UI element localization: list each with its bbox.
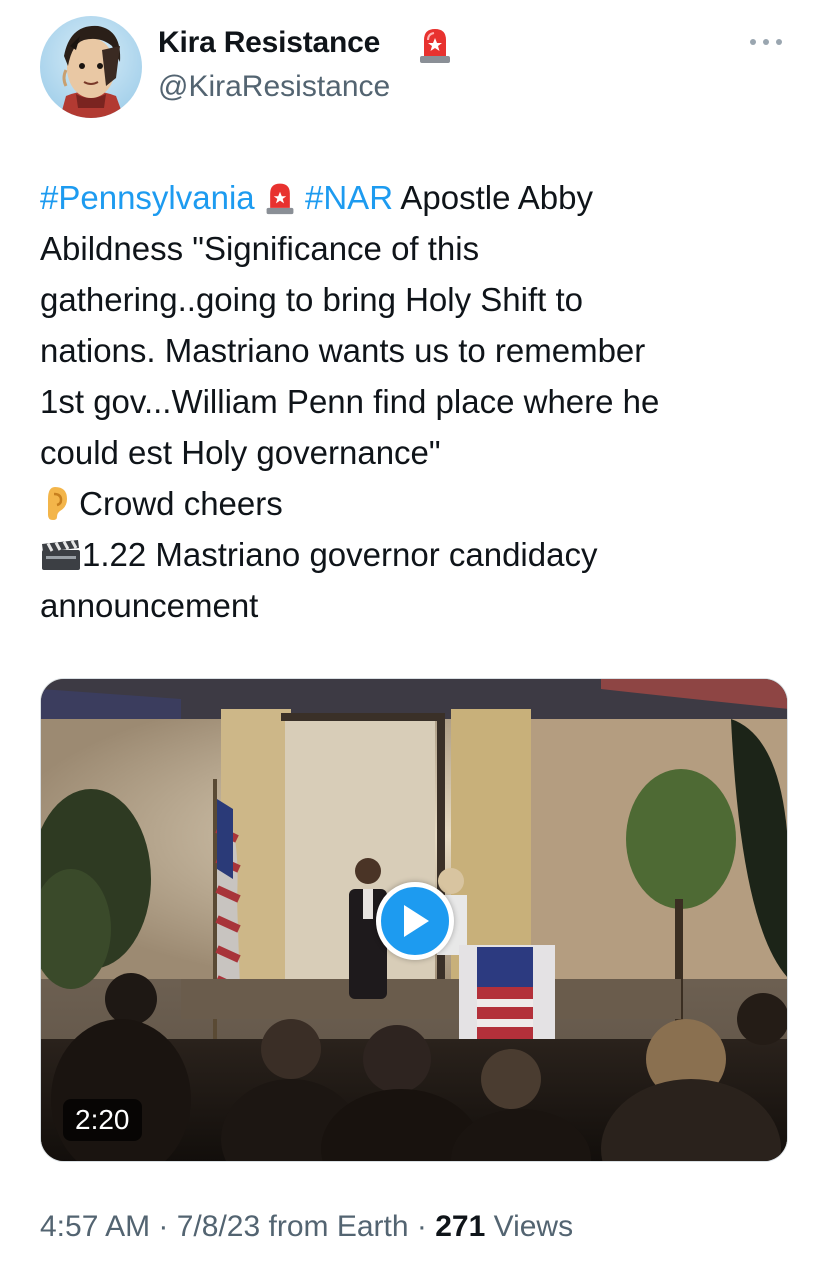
tweet-time[interactable]: 4:57 AM — [40, 1210, 150, 1243]
tweet-line: Abildness "Significance of this — [40, 230, 480, 267]
tweet-text-segment: Crowd cheers — [70, 485, 283, 522]
play-button[interactable] — [376, 882, 454, 960]
display-name[interactable]: Kira Resistance — [158, 26, 380, 60]
tweet-text: #Pennsylvania #NAR Apostle Abby Abildnes… — [40, 172, 800, 631]
tweet-text-segment: Apostle Abby — [393, 179, 594, 216]
user-handle[interactable]: @KiraResistance — [158, 70, 390, 104]
tweet-line: Crowd cheers — [40, 478, 800, 529]
video-duration-badge: 2:20 — [63, 1099, 142, 1141]
hashtag-link[interactable]: #Pennsylvania — [40, 179, 255, 216]
tweet-line: #Pennsylvania #NAR Apostle Abby — [40, 172, 800, 223]
tweet-line: nations. Mastriano wants us to remember — [40, 332, 646, 369]
tweet-source: from Earth — [260, 1210, 409, 1243]
tweet-text-segment: 1.22 Mastriano governor candidacy — [82, 536, 598, 573]
tweet-date[interactable]: 7/8/23 — [177, 1210, 260, 1243]
police-siren-icon — [418, 26, 452, 64]
video-player[interactable]: 2:20 — [40, 678, 788, 1162]
views-label: Views — [485, 1210, 574, 1243]
tweet-line: 1st gov...William Penn find place where … — [40, 383, 660, 420]
police-siren-icon — [264, 178, 296, 229]
avatar[interactable] — [40, 16, 142, 118]
more-options-icon[interactable] — [750, 38, 782, 46]
clapper-board-icon — [40, 535, 82, 586]
tweet-line: could est Holy governance" — [40, 434, 441, 471]
hashtag-link[interactable]: #NAR — [305, 179, 393, 216]
tweet-line: announcement — [40, 587, 259, 624]
tweet-header: Kira Resistance @KiraResistance — [40, 16, 790, 120]
views-count[interactable]: 271 — [435, 1210, 485, 1243]
ear-icon — [40, 484, 70, 535]
tweet-metadata: 4:57 AM · 7/8/23 from Earth · 271 Views — [40, 1210, 573, 1244]
tweet-line: 1.22 Mastriano governor candidacy — [40, 529, 800, 580]
separator-dot: · — [150, 1210, 177, 1243]
separator-dot: · — [408, 1210, 436, 1243]
tweet-line: gathering..going to bring Holy Shift to — [40, 281, 584, 318]
play-icon — [404, 905, 429, 937]
